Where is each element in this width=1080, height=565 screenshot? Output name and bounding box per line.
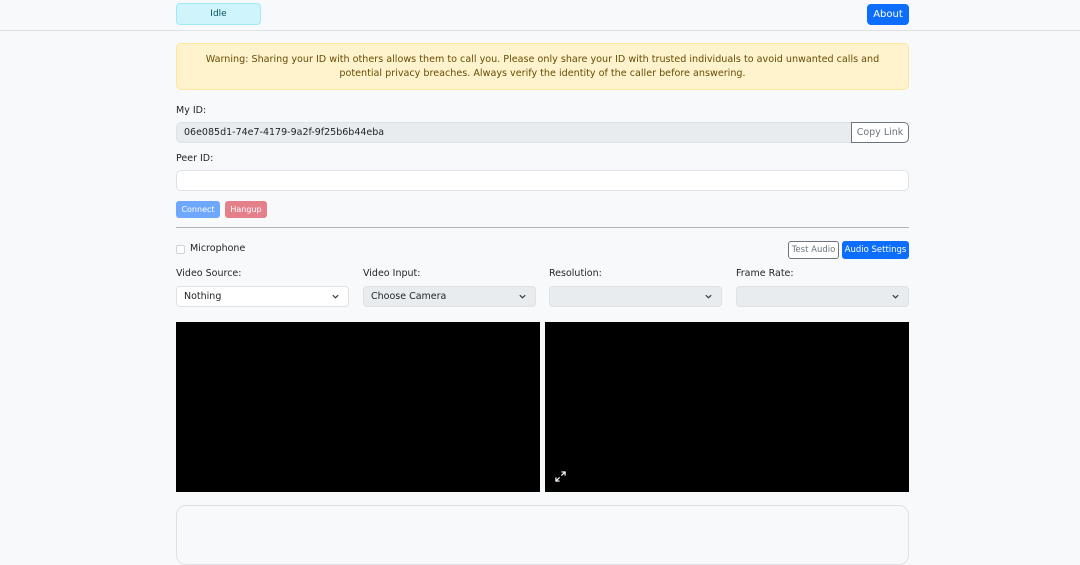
chevron-down-icon — [519, 294, 526, 299]
status-badge: Idle — [176, 3, 261, 25]
microphone-checkbox[interactable] — [176, 245, 185, 254]
frame-rate-label: Frame Rate: — [736, 268, 794, 279]
hangup-button[interactable]: Hangup — [225, 201, 267, 218]
chevron-down-icon — [705, 294, 712, 299]
chevron-down-icon — [332, 294, 339, 299]
my-id-field[interactable]: 06e085d1-74e7-4179-9a2f-9f25b6b44eba — [176, 122, 852, 143]
video-source-value: Nothing — [184, 291, 222, 302]
frame-rate-select[interactable] — [736, 286, 909, 307]
chevron-down-icon — [892, 294, 899, 299]
video-source-label: Video Source: — [176, 268, 242, 279]
bottom-panel — [176, 505, 909, 565]
top-navbar: Idle About — [0, 0, 1080, 31]
my-id-label: My ID: — [176, 105, 207, 116]
video-source-select[interactable]: Nothing — [176, 286, 349, 307]
video-input-select[interactable]: Choose Camera — [363, 286, 536, 307]
video-input-label: Video Input: — [363, 268, 421, 279]
local-video — [176, 322, 540, 492]
about-button[interactable]: About — [867, 4, 909, 25]
expand-icon[interactable] — [555, 471, 566, 482]
test-audio-button[interactable]: Test Audio — [788, 241, 839, 259]
microphone-label: Microphone — [190, 243, 246, 254]
peer-id-input[interactable] — [176, 170, 909, 191]
connect-button[interactable]: Connect — [176, 201, 220, 218]
resolution-label: Resolution: — [549, 268, 602, 279]
peer-id-label: Peer ID: — [176, 153, 214, 164]
audio-settings-button[interactable]: Audio Settings — [842, 241, 909, 259]
copy-link-button[interactable]: Copy Link — [851, 122, 909, 143]
resolution-select[interactable] — [549, 286, 722, 307]
video-input-value: Choose Camera — [371, 291, 447, 302]
privacy-warning: Warning: Sharing your ID with others all… — [176, 43, 909, 90]
remote-video — [545, 322, 909, 492]
section-divider — [176, 227, 909, 228]
